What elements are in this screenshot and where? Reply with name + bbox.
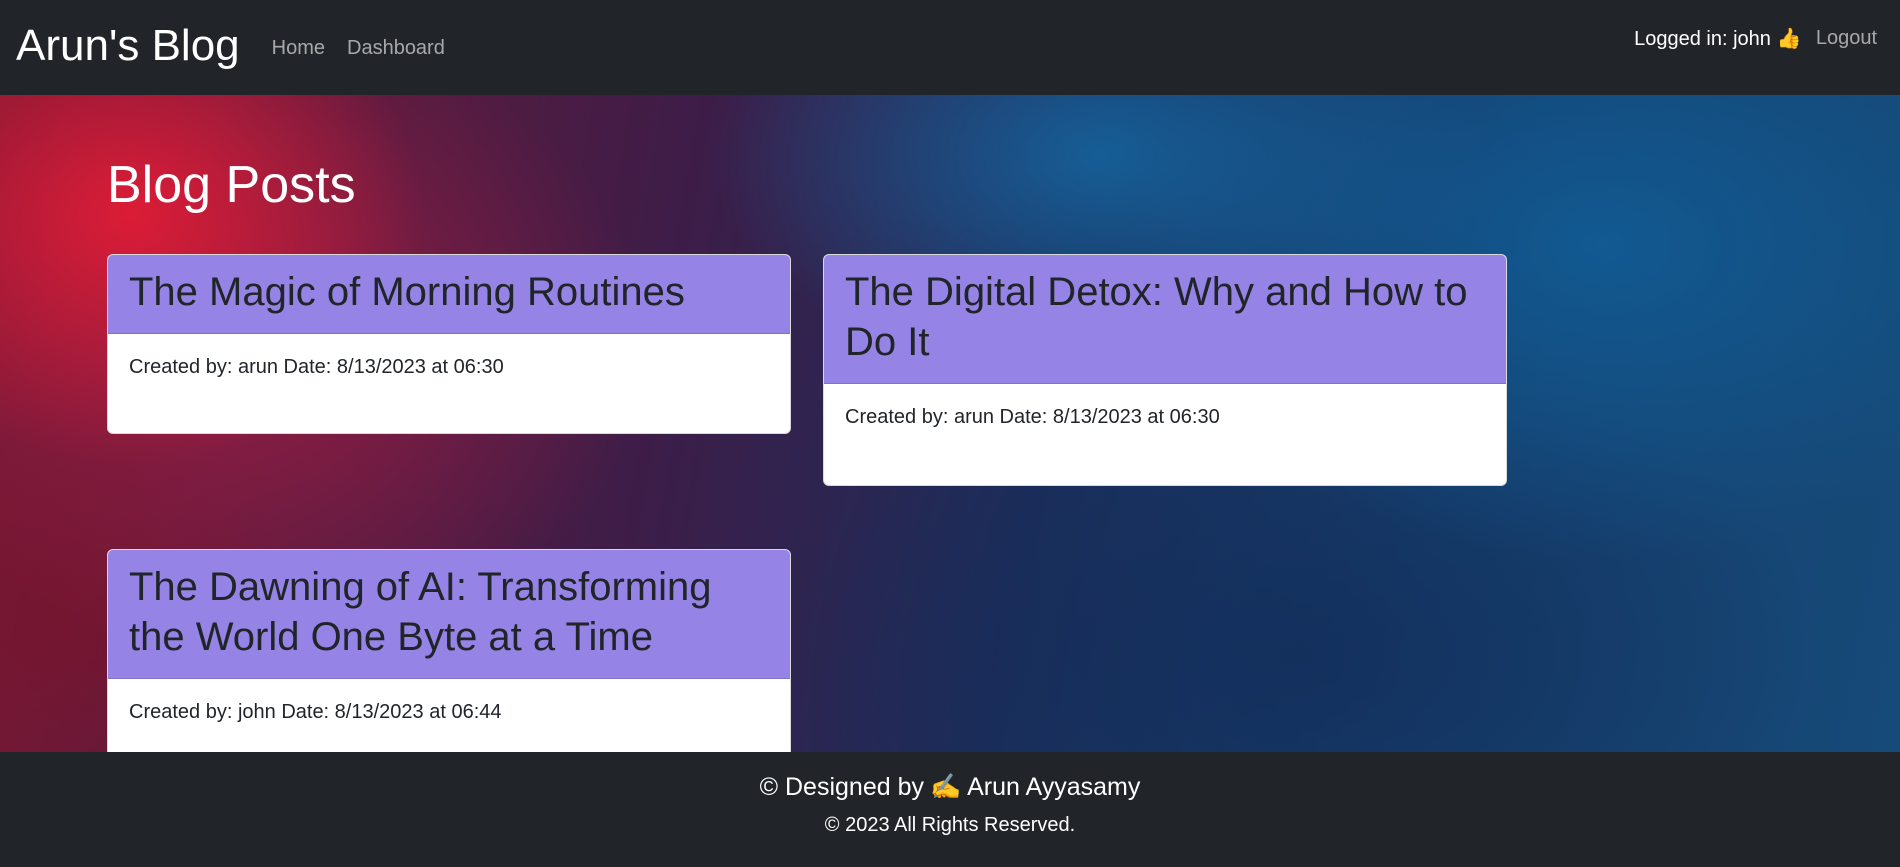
post-meta: Created by: john Date: 8/13/2023 at 06:4… — [129, 701, 502, 723]
post-card[interactable]: The Dawning of AI: Transforming the Worl… — [107, 549, 791, 752]
user-area: Logged in: john 👍 Logout — [1634, 26, 1877, 51]
footer-designer-name: Arun Ayyasamy — [967, 773, 1141, 801]
nav-home-link[interactable]: Home — [272, 37, 325, 60]
post-card[interactable]: The Digital Detox: Why and How to Do It … — [823, 254, 1507, 486]
footer-rights: © 2023 All Rights Reserved. — [824, 814, 1076, 836]
footer-credit: © Designed by ✍️ Arun Ayyasamy — [0, 773, 1900, 802]
post-card[interactable]: The Magic of Morning Routines Created by… — [107, 254, 791, 434]
logged-in-text: Logged in: john — [1634, 28, 1771, 50]
logout-link[interactable]: Logout — [1816, 27, 1877, 50]
footer-designed-prefix: © Designed by — [759, 773, 924, 801]
logged-in-status: Logged in: john 👍 — [1634, 26, 1802, 51]
post-title[interactable]: The Magic of Morning Routines — [108, 255, 790, 334]
post-title[interactable]: The Dawning of AI: Transforming the Worl… — [108, 550, 790, 679]
top-navbar: Arun's Blog Home Dashboard Logged in: jo… — [0, 0, 1900, 95]
post-meta: Created by: arun Date: 8/13/2023 at 06:3… — [845, 406, 1220, 428]
thumbs-up-icon: 👍 — [1776, 28, 1802, 50]
post-meta: Created by: arun Date: 8/13/2023 at 06:3… — [129, 356, 504, 378]
footer: © Designed by ✍️ Arun Ayyasamy © 2023 All … — [0, 752, 1900, 867]
brand-link[interactable]: Arun's Blog — [16, 21, 240, 71]
nav-dashboard-link[interactable]: Dashboard — [347, 37, 445, 60]
writing-hand-icon: ✍️ — [929, 773, 962, 801]
main-content: Blog Posts The Magic of Morning Routines… — [0, 95, 1900, 752]
post-title[interactable]: The Digital Detox: Why and How to Do It — [824, 255, 1506, 384]
page-title: Blog Posts — [107, 156, 356, 214]
